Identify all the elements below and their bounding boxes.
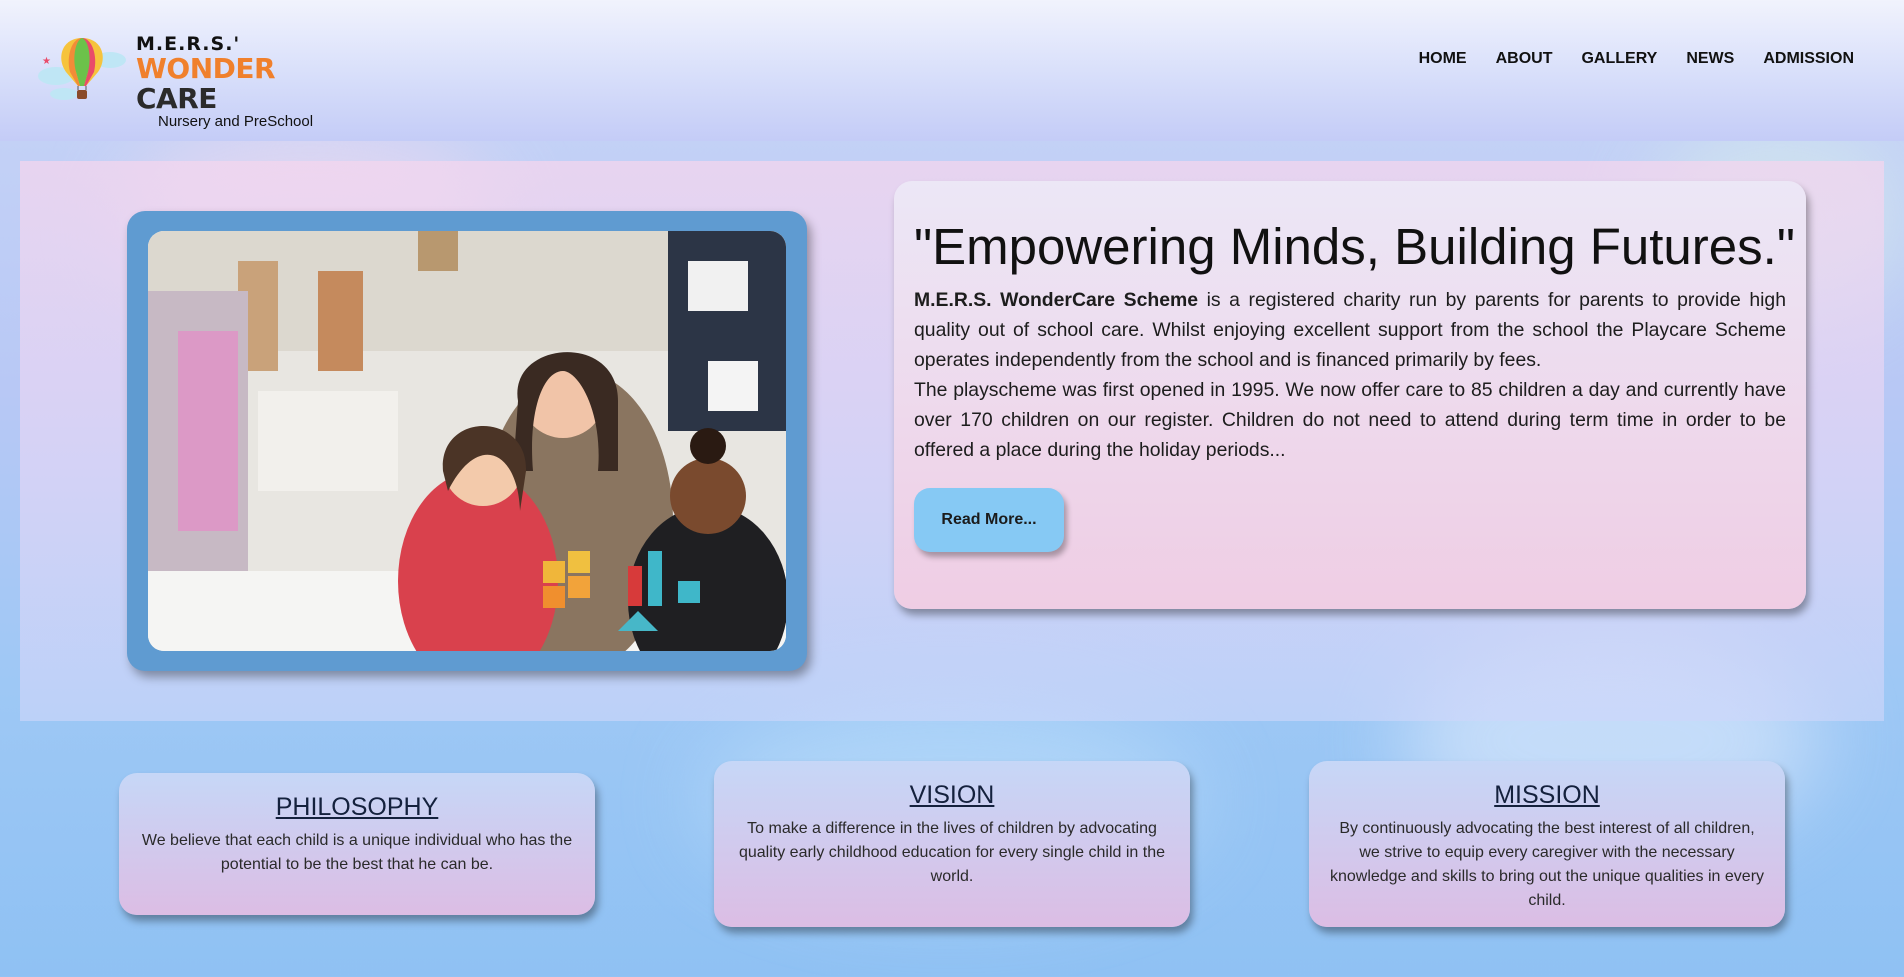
mission-title[interactable]: MISSION <box>1327 781 1767 809</box>
svg-text:★: ★ <box>42 56 51 67</box>
logo-wordmark: M.E.R.S.' WONDER CARE Nursery and PreSch… <box>136 34 346 130</box>
about-card: "Empowering Minds, Building Futures." M.… <box>894 181 1806 609</box>
hero-photo-frame <box>127 211 807 671</box>
about-text: M.E.R.S. WonderCare Scheme is a register… <box>914 285 1786 465</box>
about-paragraph-2: The playscheme was first opened in 1995.… <box>914 379 1786 461</box>
hot-air-balloon-icon: ★ <box>38 38 126 100</box>
nav-admission[interactable]: ADMISSION <box>1763 50 1854 68</box>
logo-line1: M.E.R.S.' <box>136 33 241 55</box>
vision-title[interactable]: VISION <box>732 781 1172 809</box>
logo-wonder-care: WONDER CARE <box>136 54 346 114</box>
philosophy-title[interactable]: PHILOSOPHY <box>137 793 577 821</box>
nav-about[interactable]: ABOUT <box>1496 50 1553 68</box>
logo-tagline: Nursery and PreSchool <box>158 113 314 130</box>
logo-wonder: WONDER <box>136 52 276 85</box>
philosophy-text: We believe that each child is a unique i… <box>141 832 573 873</box>
main-nav: HOME ABOUT GALLERY NEWS ADMISSION <box>1419 50 1854 68</box>
vision-card: VISION To make a difference in the lives… <box>714 761 1190 927</box>
logo-care: CARE <box>136 82 217 115</box>
site-logo[interactable]: ★ M.E.R.S.' WONDER CARE Nursery and PreS… <box>36 34 346 130</box>
mission-text: By continuously advocating the best inte… <box>1329 820 1765 909</box>
classroom-photo-illustration <box>148 231 786 651</box>
nav-news[interactable]: NEWS <box>1686 50 1734 68</box>
scheme-name: M.E.R.S. WonderCare Scheme <box>914 289 1199 311</box>
nav-home[interactable]: HOME <box>1419 50 1467 68</box>
mission-card: MISSION By continuously advocating the b… <box>1309 761 1785 927</box>
about-paragraph-1: M.E.R.S. WonderCare Scheme is a register… <box>914 285 1786 375</box>
read-more-button[interactable]: Read More... <box>914 488 1064 552</box>
philosophy-card: PHILOSOPHY We believe that each child is… <box>119 773 595 915</box>
vision-text: To make a difference in the lives of chi… <box>738 820 1166 885</box>
hero-title: "Empowering Minds, Building Futures." <box>914 218 1795 275</box>
hero-section: "Empowering Minds, Building Futures." M.… <box>20 161 1884 721</box>
nav-gallery[interactable]: GALLERY <box>1581 50 1657 68</box>
hero-photo <box>148 231 786 651</box>
site-header: ★ M.E.R.S.' WONDER CARE Nursery and PreS… <box>0 0 1904 141</box>
